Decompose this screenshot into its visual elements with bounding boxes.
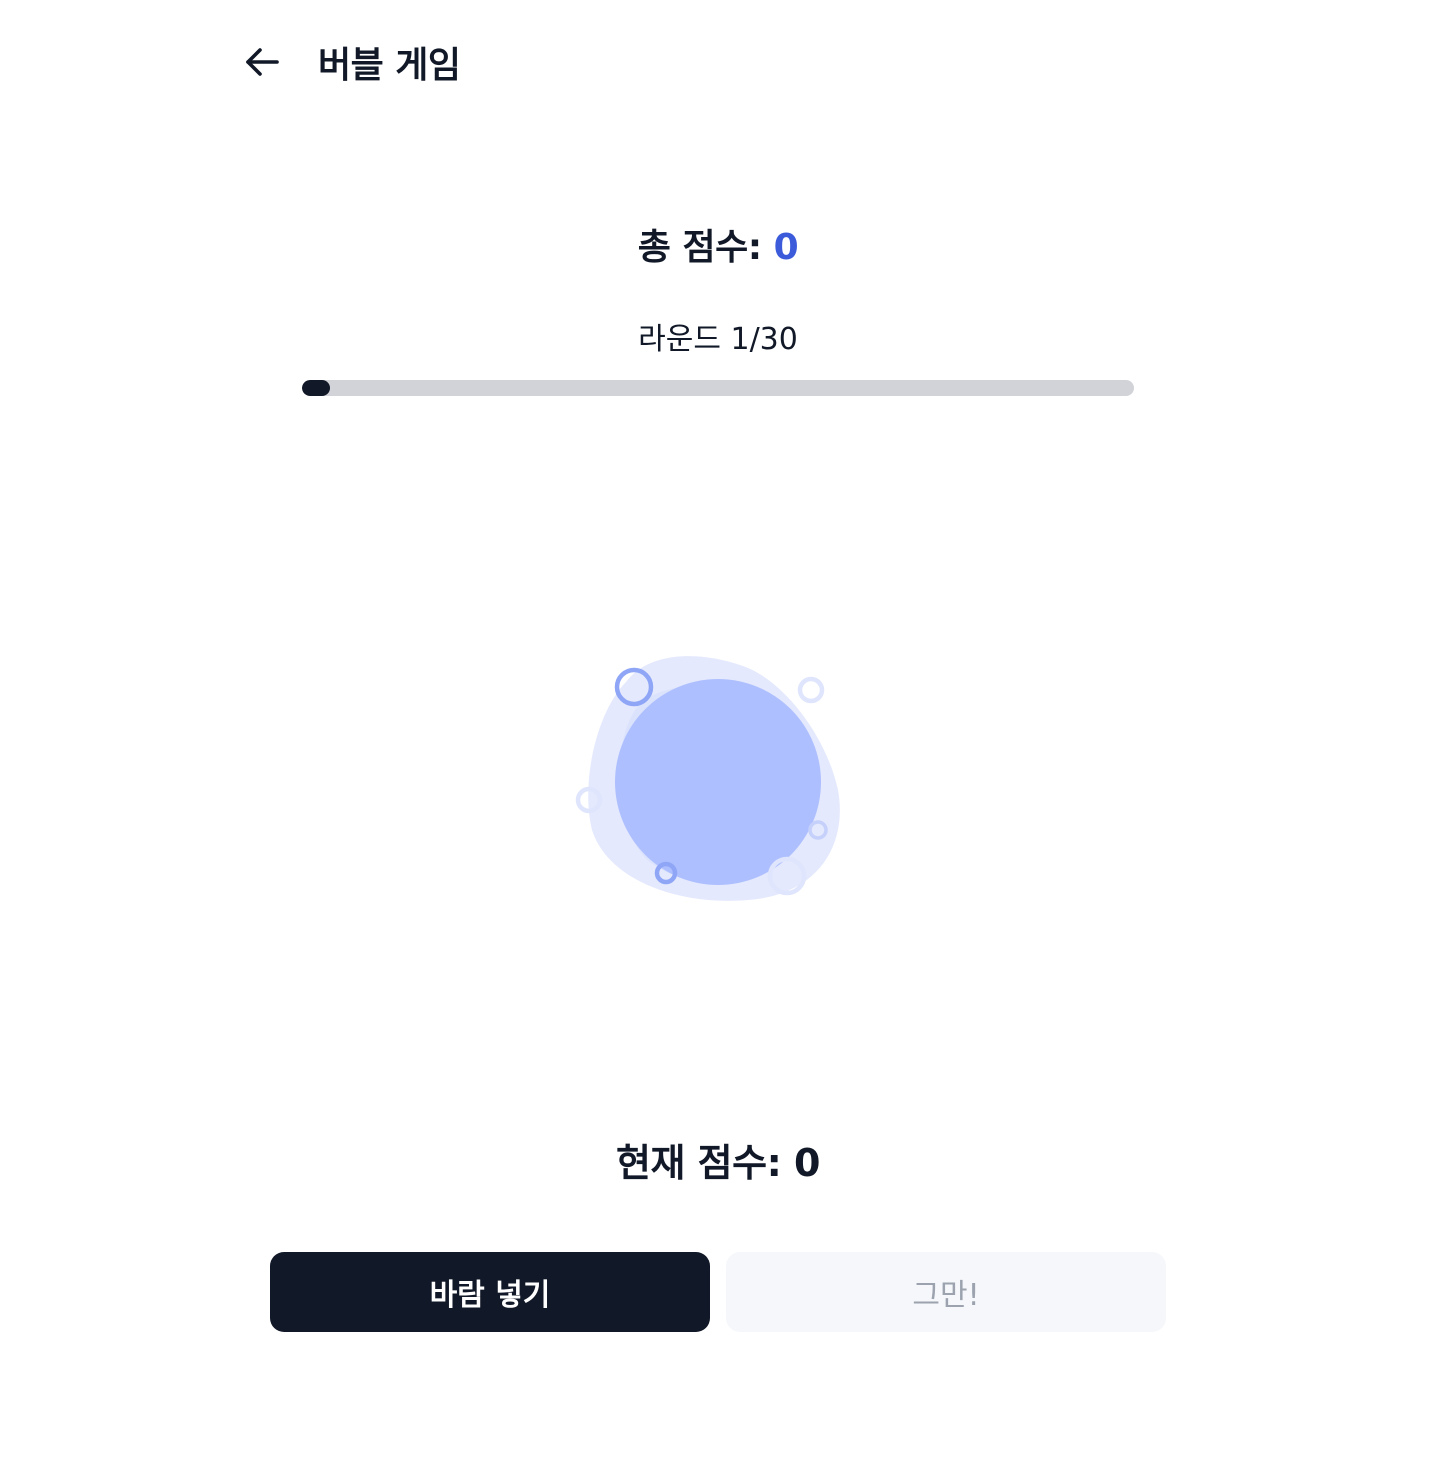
arrow-left-icon (246, 48, 279, 76)
total-score-value: 0 (773, 227, 799, 268)
current-score-label: 현재 점수: (616, 1141, 782, 1185)
current-score: 현재 점수: 0 (0, 1132, 1436, 1187)
bubble-icon (575, 656, 840, 901)
current-score-value: 0 (794, 1141, 820, 1185)
stop-button[interactable]: 그만! (726, 1252, 1166, 1332)
blow-button[interactable]: 바람 넣기 (270, 1252, 710, 1332)
total-score: 총 점수: 0 (0, 218, 1436, 270)
total-score-label: 총 점수: (637, 227, 762, 268)
round-indicator: 라운드 1/30 (638, 322, 798, 357)
header: 버블 게임 (240, 30, 461, 94)
round-progress-fill (302, 380, 330, 396)
bubble-area[interactable] (568, 640, 868, 920)
page-title: 버블 게임 (318, 45, 461, 86)
back-button[interactable] (240, 40, 284, 84)
round-progress-bar (302, 380, 1134, 396)
